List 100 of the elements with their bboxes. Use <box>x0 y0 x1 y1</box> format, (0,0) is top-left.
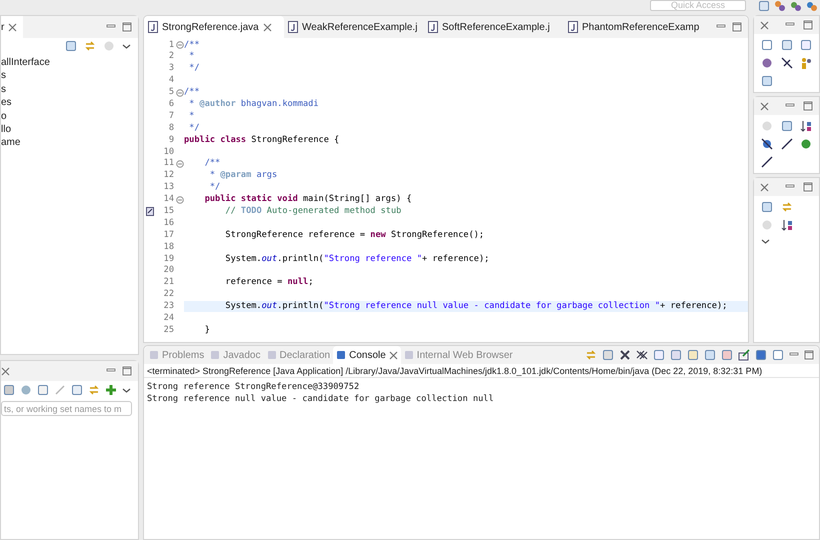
tab-label: PhantomReferenceExamp <box>582 20 700 34</box>
line-number: 10 <box>164 146 174 158</box>
java-file-icon[interactable] <box>568 21 578 33</box>
arrow-icon[interactable] <box>88 384 100 396</box>
line-number: 3 <box>168 62 174 76</box>
tree-item[interactable]: s <box>1 69 138 83</box>
close-icon[interactable] <box>760 102 769 110</box>
code-line: public class StrongReference { <box>184 134 340 147</box>
line-number: 9 <box>168 134 174 147</box>
fold-icon[interactable] <box>176 196 184 204</box>
line-number: 20 <box>164 264 174 278</box>
code-line: System.out.println("Strong reference "+ reference); <box>224 252 490 266</box>
remove-icon[interactable] <box>619 349 631 361</box>
code-line: /** <box>184 86 200 99</box>
code-line: StrongReference reference = new StrongReference(); <box>224 228 484 242</box>
plus-icon[interactable] <box>105 384 117 396</box>
line-number: 21 <box>164 276 174 290</box>
tab-label: WeakReferenceExample.j <box>302 20 418 34</box>
code-line: /** <box>204 157 220 170</box>
line-number: 14 <box>164 193 174 206</box>
tab-label: SoftReferenceExample.j <box>442 20 550 34</box>
line-number: 4 <box>168 74 174 88</box>
task-icon <box>146 206 154 216</box>
close-icon[interactable] <box>262 22 272 32</box>
code-line: * <box>188 50 194 64</box>
java-file-icon[interactable] <box>428 21 438 33</box>
code-line: System.out.println("Strong reference null value - candidate for garbage collection "+ reference); <box>224 300 728 313</box>
maximize-icon[interactable] <box>803 20 813 30</box>
close-icon[interactable] <box>1 366 10 376</box>
code-line: * <box>188 110 194 123</box>
console-header: <terminated> StrongReference [Java Application] /Library/Java/JavaVirtualMachines/jdk1.8.0_101.jdk/Contents/Home/bin/java (Dec 22, 2019, 8:32:31 PM) <box>144 364 819 378</box>
view-menu-icon[interactable] <box>122 42 131 50</box>
fold-icon[interactable] <box>176 160 184 168</box>
fold-icon[interactable] <box>176 40 184 49</box>
line-number: 24 <box>164 312 174 325</box>
java-file-icon[interactable] <box>148 21 158 33</box>
view-tab[interactable]: r <box>1 16 24 38</box>
dot-icon[interactable] <box>800 138 812 150</box>
tree-item[interactable]: s <box>1 82 138 96</box>
line-number: 18 <box>164 240 174 254</box>
maximize-icon[interactable] <box>804 350 814 360</box>
close-icon[interactable] <box>8 22 18 32</box>
line-number: 7 <box>168 110 174 123</box>
code-line: /** <box>184 38 200 52</box>
line-number: 1 <box>168 38 174 52</box>
sort-icon[interactable] <box>800 120 812 132</box>
tab-label: r <box>1 20 4 34</box>
view-menu-icon[interactable] <box>761 237 770 246</box>
tree-item[interactable]: o <box>1 110 138 123</box>
code-line: // TODO Auto-generated method stub <box>224 204 402 218</box>
console-output-line: Strong reference null value - candidate for garbage collection null <box>147 393 495 405</box>
console-tab[interactable]: Console <box>333 346 401 364</box>
line-number: 25 <box>164 324 174 337</box>
code-line: */ <box>188 62 200 76</box>
editor-tab[interactable]: SoftReferenceExample.j <box>424 16 564 38</box>
maximize-icon[interactable] <box>122 22 132 32</box>
code-line: * @author bhagvan.kommadi <box>188 98 319 111</box>
line-number: 11 <box>164 157 174 170</box>
line-number: 15 <box>164 204 174 218</box>
code-line: reference = null; <box>224 276 314 290</box>
line-number: 19 <box>164 252 174 266</box>
line-number: 12 <box>164 169 174 182</box>
tab-label: StrongReference.java <box>162 20 259 34</box>
square-icon[interactable] <box>3 384 15 396</box>
line-number: 5 <box>168 86 174 99</box>
close-icon[interactable] <box>388 350 398 360</box>
line-number: 17 <box>164 228 174 242</box>
maximize-icon[interactable] <box>122 366 132 376</box>
fold-icon[interactable] <box>176 88 184 96</box>
code-line: * @param args <box>208 169 278 182</box>
maximize-icon[interactable] <box>732 22 742 32</box>
line-number: 23 <box>164 300 174 313</box>
editor-tab[interactable]: PhantomReferenceExamp <box>564 16 704 38</box>
editor-tab[interactable]: StrongReference.java <box>144 16 284 38</box>
line-number: 16 <box>164 216 174 230</box>
maximize-icon[interactable] <box>803 101 813 111</box>
code-line: } <box>204 324 210 337</box>
line-number: 6 <box>168 98 174 111</box>
quick-access-field[interactable]: Quick Access <box>650 0 746 11</box>
close-icon[interactable] <box>760 20 769 30</box>
line-number: 2 <box>168 50 174 64</box>
tree-item[interactable]: ame <box>1 136 138 150</box>
filter-field[interactable]: ts, or working set names to m <box>1 401 132 416</box>
tree-item[interactable]: es <box>1 96 138 110</box>
line-number: 22 <box>164 288 174 302</box>
code-line: */ <box>188 122 200 135</box>
remove-all-icon[interactable] <box>636 349 648 361</box>
tree-item[interactable]: llo <box>1 122 138 136</box>
view-menu-icon[interactable] <box>122 386 131 394</box>
line-number: 8 <box>168 122 174 135</box>
console-output-line: Strong reference StrongReference@33909752 <box>147 381 360 393</box>
code-line: public static void main(String[] args) { <box>204 193 412 206</box>
maximize-icon[interactable] <box>803 182 813 192</box>
line-number: 13 <box>164 181 174 194</box>
sort-icon[interactable] <box>780 219 793 231</box>
java-file-icon[interactable] <box>288 21 298 33</box>
code-line: */ <box>208 181 220 194</box>
editor-tab[interactable]: WeakReferenceExample.j <box>284 16 424 38</box>
close-icon[interactable] <box>760 182 769 192</box>
tree-item[interactable]: allInterface <box>1 56 138 70</box>
